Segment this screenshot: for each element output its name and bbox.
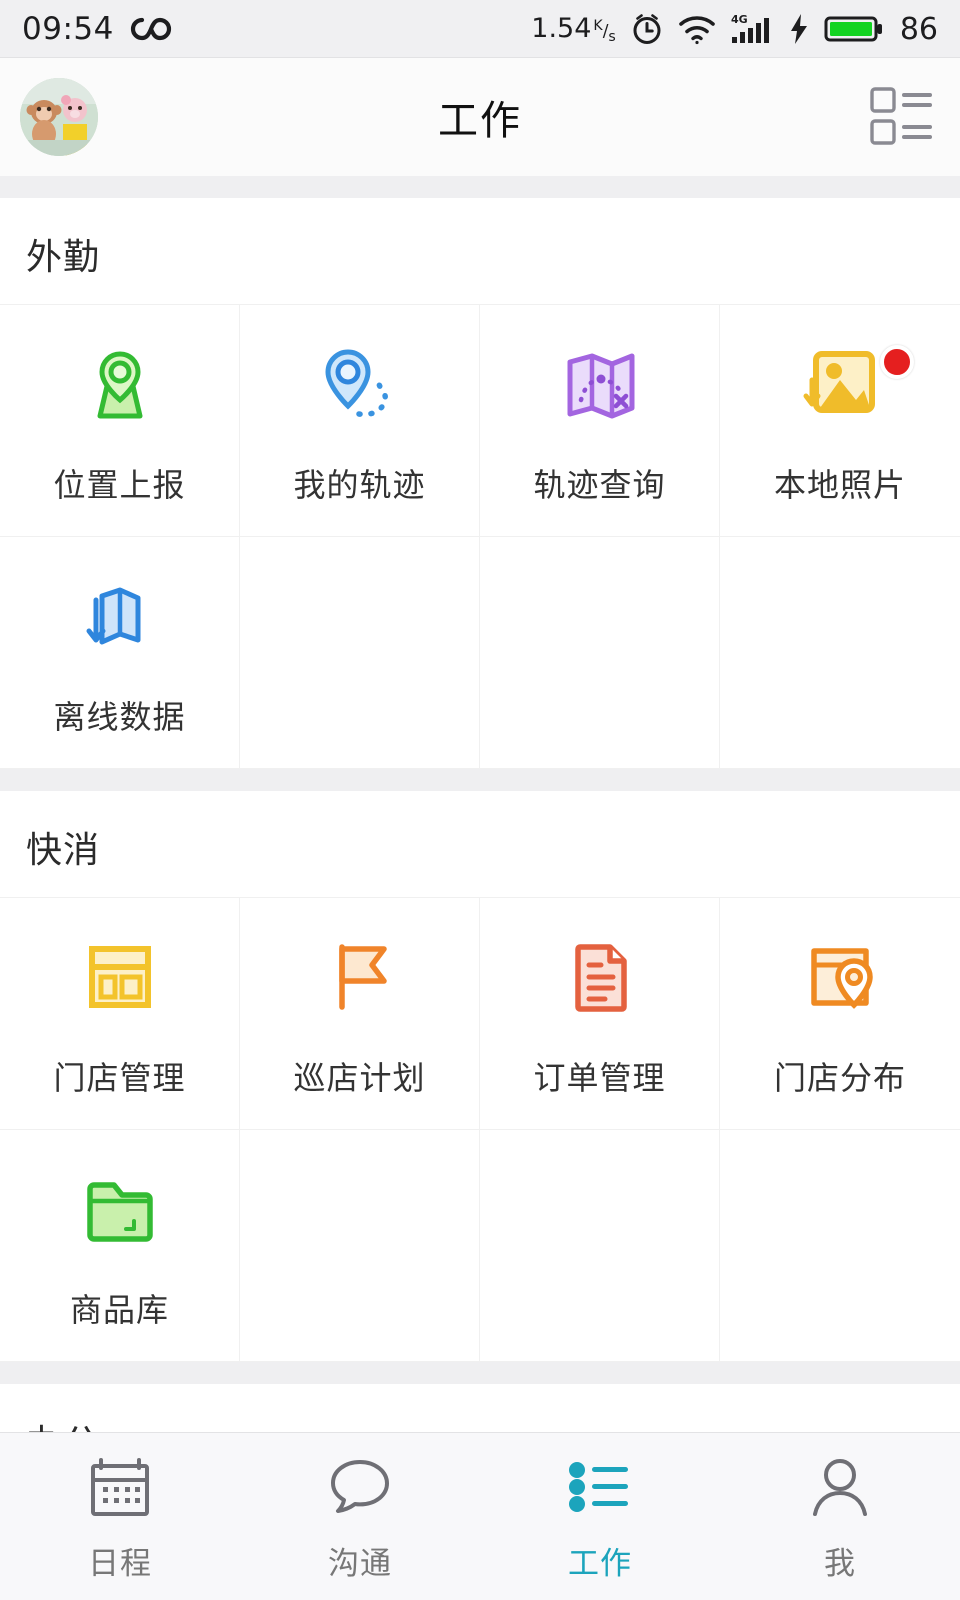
- grid-item-label: 位置上报: [53, 465, 186, 504]
- person-icon: [805, 1450, 875, 1524]
- status-bar: 09:54 1.54 K/s 4G 86: [0, 0, 960, 58]
- my-track-icon: [312, 336, 408, 432]
- location-report-icon: [72, 336, 168, 432]
- grid-item-empty: [240, 537, 480, 769]
- tab-schedule[interactable]: 日程: [0, 1433, 240, 1600]
- product-library-folder-icon: [72, 1161, 168, 1257]
- cellular-signal-icon: 4G: [730, 12, 774, 46]
- grid-item-empty: [480, 537, 720, 769]
- tab-label: 我: [824, 1546, 856, 1582]
- status-bar-left: 09:54: [22, 11, 172, 47]
- store-visit-plan-flag-icon: [312, 929, 408, 1025]
- grid-item-store-management[interactable]: 门店管理: [0, 898, 240, 1130]
- tab-communication[interactable]: 沟通: [240, 1433, 480, 1600]
- section-title: 办公: [0, 1384, 960, 1432]
- grid-item-store-distribution[interactable]: 门店分布: [720, 898, 960, 1130]
- bottom-tab-bar: 日程 沟通 工作 我: [0, 1432, 960, 1600]
- app-header: 工作: [0, 58, 960, 176]
- section-fmcg: 快消 门店管理 巡店计划 订单管理 门店分布 商品库: [0, 791, 960, 1362]
- status-bar-right: 1.54 K/s 4G 86: [531, 12, 938, 47]
- grid-item-empty: [720, 537, 960, 769]
- network-speed-unit: K/s: [593, 18, 616, 46]
- work-content[interactable]: 外勤 位置上报 我的轨迹 轨迹查询 本地照片 离线数据 快消 门店管理 巡店计划…: [0, 176, 960, 1432]
- order-management-doc-icon: [552, 929, 648, 1025]
- grid-item-label: 门店管理: [53, 1058, 186, 1097]
- grid-item-empty: [240, 1130, 480, 1362]
- grid-item-local-photo[interactable]: 本地照片: [720, 305, 960, 537]
- grid-item-my-track[interactable]: 我的轨迹: [240, 305, 480, 537]
- list-view-icon[interactable]: [854, 85, 940, 149]
- battery-level: 86: [899, 11, 938, 47]
- grid-item-store-visit-plan[interactable]: 巡店计划: [240, 898, 480, 1130]
- grid-item-empty: [480, 1130, 720, 1362]
- section-gap: [0, 1362, 960, 1384]
- grid-item-label: 订单管理: [533, 1058, 666, 1097]
- status-time: 09:54: [22, 11, 114, 47]
- tab-label: 工作: [568, 1546, 632, 1582]
- section-grid: 位置上报 我的轨迹 轨迹查询 本地照片 离线数据: [0, 304, 960, 769]
- svg-text:4G: 4G: [731, 13, 748, 26]
- charging-bolt-icon: [788, 13, 810, 45]
- track-query-map-icon: [552, 336, 648, 432]
- wifi-icon: [678, 13, 716, 45]
- tab-label: 日程: [88, 1546, 152, 1582]
- grid-item-empty: [720, 1130, 960, 1362]
- status-badge: [880, 345, 914, 379]
- grid-item-order-management[interactable]: 订单管理: [480, 898, 720, 1130]
- grid-item-label: 巡店计划: [293, 1058, 426, 1097]
- section-title: 快消: [26, 830, 101, 871]
- work-list-icon: [565, 1450, 635, 1524]
- store-management-icon: [72, 929, 168, 1025]
- local-photo-icon: [792, 336, 888, 432]
- section-office: 办公: [0, 1384, 960, 1432]
- section-gap: [0, 769, 960, 791]
- section-grid: 门店管理 巡店计划 订单管理 门店分布 商品库: [0, 897, 960, 1362]
- grid-item-label: 门店分布: [773, 1058, 906, 1097]
- battery-icon: [824, 13, 884, 45]
- network-speed-value: 1.54: [531, 12, 592, 44]
- section-gap: [0, 176, 960, 198]
- grid-item-label: 轨迹查询: [533, 465, 666, 504]
- grid-item-label: 商品库: [69, 1290, 169, 1329]
- offline-data-icon: [72, 568, 168, 664]
- network-speed: 1.54 K/s: [531, 13, 616, 45]
- calendar-icon: [85, 1450, 155, 1524]
- grid-item-label: 我的轨迹: [293, 465, 426, 504]
- infinity-icon: [130, 15, 172, 43]
- grid-item-product-library[interactable]: 商品库: [0, 1130, 240, 1362]
- grid-item-label: 本地照片: [773, 465, 906, 504]
- section-title: 外勤: [26, 237, 101, 278]
- grid-item-track-query[interactable]: 轨迹查询: [480, 305, 720, 537]
- chat-bubble-icon: [325, 1450, 395, 1524]
- avatar[interactable]: [20, 78, 98, 156]
- section-field-work: 外勤 位置上报 我的轨迹 轨迹查询 本地照片 离线数据: [0, 198, 960, 769]
- app-root: 09:54 1.54 K/s 4G 86 工作 外勤 位置上报 我的轨迹 轨迹查…: [0, 0, 960, 1600]
- grid-item-location-report[interactable]: 位置上报: [0, 305, 240, 537]
- store-distribution-icon: [792, 929, 888, 1025]
- alarm-clock-icon: [630, 12, 664, 46]
- page-title: 工作: [438, 98, 522, 144]
- grid-item-offline-data[interactable]: 离线数据: [0, 537, 240, 769]
- grid-item-label: 离线数据: [53, 697, 186, 736]
- tab-work[interactable]: 工作: [480, 1433, 720, 1600]
- tab-label: 沟通: [328, 1546, 392, 1582]
- tab-profile[interactable]: 我: [720, 1433, 960, 1600]
